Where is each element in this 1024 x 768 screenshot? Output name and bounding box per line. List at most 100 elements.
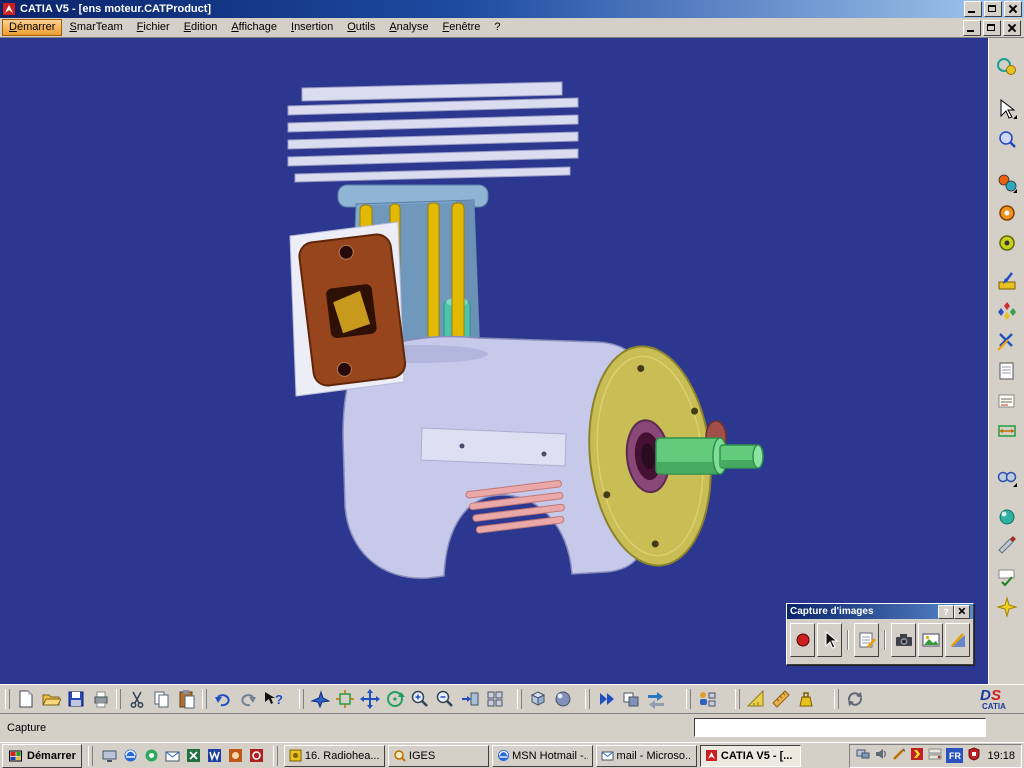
isometric-view-button[interactable] <box>525 687 550 712</box>
fly-mode-button[interactable] <box>307 687 332 712</box>
weight-button[interactable] <box>793 687 818 712</box>
part-cooling-fins[interactable] <box>288 82 578 182</box>
menu-fichier[interactable]: Fichier <box>130 19 177 36</box>
select-tool-button[interactable] <box>994 96 1020 122</box>
enter-workbench-button[interactable] <box>994 268 1020 294</box>
draw-button[interactable] <box>945 623 970 657</box>
menu-demarrer[interactable]: Démarrer <box>2 19 62 36</box>
task-msn-hotmail[interactable]: MSN Hotmail -... <box>492 745 593 767</box>
menu-outils[interactable]: Outils <box>340 19 382 36</box>
toolbar-grip[interactable] <box>735 689 740 709</box>
task-mail[interactable]: mail - Microso... <box>596 745 697 767</box>
power-input-field[interactable] <box>694 718 986 737</box>
taskbar-grip[interactable] <box>88 746 93 766</box>
save-button[interactable] <box>63 687 88 712</box>
lighting-button[interactable] <box>994 594 1020 620</box>
gear-options-button[interactable] <box>994 230 1020 256</box>
toolbar-grip[interactable] <box>834 689 839 709</box>
update-refresh-button[interactable] <box>842 687 867 712</box>
cut-material-button[interactable] <box>994 534 1020 560</box>
text-with-leader-button[interactable] <box>994 388 1020 414</box>
close-button[interactable] <box>1004 1 1022 17</box>
spell-check-button[interactable] <box>994 564 1020 590</box>
doc-close-button[interactable] <box>1003 20 1021 36</box>
palette-help-button[interactable]: ? <box>938 605 954 619</box>
pen-tablet-icon[interactable] <box>892 747 906 764</box>
msn-button[interactable] <box>143 747 160 764</box>
part-crankshaft[interactable] <box>656 438 763 474</box>
annotations-button[interactable] <box>994 358 1020 384</box>
measure-between-button[interactable] <box>743 687 768 712</box>
palette-close-button[interactable] <box>954 605 970 619</box>
powerpoint-button[interactable] <box>227 747 244 764</box>
new-document-button[interactable] <box>13 687 38 712</box>
toolbar-grip[interactable] <box>116 689 121 709</box>
acrobat-button[interactable] <box>248 747 265 764</box>
doc-minimize-button[interactable] <box>963 20 981 36</box>
outlook-express-button[interactable] <box>164 747 181 764</box>
pan-button[interactable] <box>357 687 382 712</box>
menu-edition[interactable]: Edition <box>177 19 225 36</box>
menu-insertion[interactable]: Insertion <box>284 19 340 36</box>
menu-fenetre[interactable]: Fenêtre <box>435 19 487 36</box>
toolbar-grip[interactable] <box>5 689 10 709</box>
minimize-button[interactable] <box>964 1 982 17</box>
toolbar-grip[interactable] <box>299 689 304 709</box>
look-at-button[interactable] <box>994 126 1020 152</box>
antivirus-icon[interactable] <box>910 747 924 764</box>
redo-button[interactable] <box>235 687 260 712</box>
collaboration-button[interactable] <box>694 687 719 712</box>
paste-button[interactable] <box>174 687 199 712</box>
menu-help[interactable]: ? <box>487 19 507 36</box>
measure-item-button[interactable] <box>768 687 793 712</box>
doc-restore-button[interactable] <box>983 20 1001 36</box>
update-button[interactable] <box>994 170 1020 196</box>
toolbar-grip[interactable] <box>202 689 207 709</box>
zoom-in-button[interactable] <box>407 687 432 712</box>
swap-visible-space-button[interactable] <box>643 687 668 712</box>
toolbar-grip[interactable] <box>517 689 522 709</box>
fit-all-in-button[interactable] <box>332 687 357 712</box>
capture-palette-title-bar[interactable]: Capture d'images ? <box>787 604 973 619</box>
capture-palette[interactable]: Capture d'images ? <box>786 603 974 665</box>
rotate-button[interactable] <box>382 687 407 712</box>
dimensions-button[interactable] <box>994 418 1020 444</box>
task-catia[interactable]: CATIA V5 - [... <box>700 745 801 767</box>
language-indicator[interactable]: FR <box>946 748 963 763</box>
fast-forward-button[interactable] <box>593 687 618 712</box>
taskbar-grip[interactable] <box>273 746 278 766</box>
volume-icon[interactable] <box>874 747 888 764</box>
album-button[interactable] <box>918 623 943 657</box>
part-carburetor-plate[interactable] <box>298 233 407 387</box>
depth-effect-button[interactable] <box>994 464 1020 490</box>
toolbar-grip[interactable] <box>686 689 691 709</box>
network-status-icon[interactable] <box>856 747 870 764</box>
copy-button[interactable] <box>149 687 174 712</box>
menu-smarteam[interactable]: SmarTeam <box>62 19 129 36</box>
zoom-out-button[interactable] <box>432 687 457 712</box>
render-material-button[interactable] <box>994 504 1020 530</box>
start-button[interactable]: Démarrer <box>2 744 82 768</box>
camera-button[interactable] <box>891 623 916 657</box>
show-desktop-button[interactable] <box>101 747 118 764</box>
security-icon[interactable] <box>967 747 981 764</box>
taskbar-clock[interactable]: 19:18 <box>985 750 1015 762</box>
excel-button[interactable] <box>185 747 202 764</box>
word-button[interactable] <box>206 747 223 764</box>
record-button[interactable] <box>790 623 815 657</box>
select-button[interactable] <box>817 623 842 657</box>
hide-show-button[interactable] <box>618 687 643 712</box>
normal-view-button[interactable] <box>457 687 482 712</box>
cut-button[interactable] <box>124 687 149 712</box>
title-bar[interactable]: CATIA V5 - [ens moteur.CATProduct] <box>0 0 1024 18</box>
options-button[interactable] <box>854 623 879 657</box>
internet-explorer-button[interactable] <box>122 747 139 764</box>
shaded-view-button[interactable] <box>550 687 575 712</box>
catalog-button[interactable] <box>994 298 1020 324</box>
restore-button[interactable] <box>984 1 1002 17</box>
toolbar-grip[interactable] <box>585 689 590 709</box>
undo-button[interactable] <box>210 687 235 712</box>
open-button[interactable] <box>38 687 63 712</box>
create-multi-view-button[interactable] <box>482 687 507 712</box>
gear-settings-button[interactable] <box>994 200 1020 226</box>
